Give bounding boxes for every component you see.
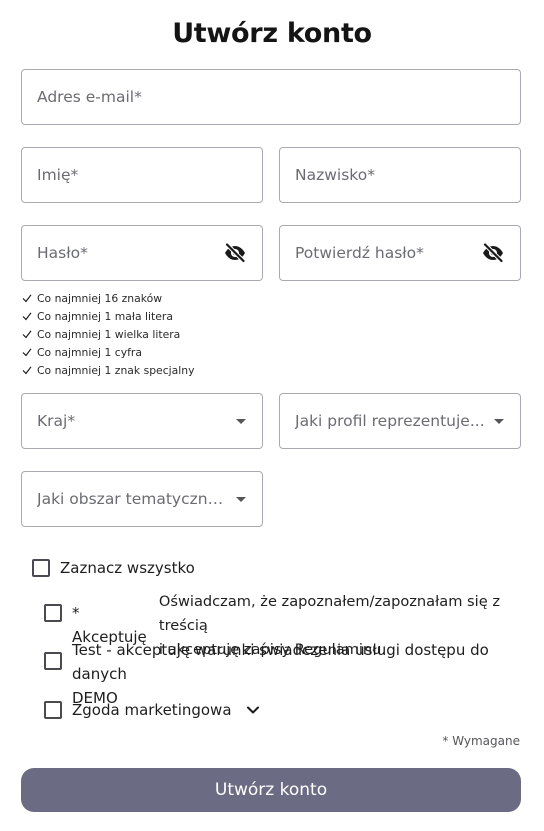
password-rules: Co najmniej 16 znaków Co najmniej 1 mała… xyxy=(22,289,195,379)
password-rule-label: Co najmniej 1 cyfra xyxy=(37,345,142,359)
required-note: * Wymagane xyxy=(442,734,520,748)
email-placeholder: Adres e-mail* xyxy=(37,88,142,106)
first-name-placeholder: Imię* xyxy=(37,166,79,184)
check-icon xyxy=(22,294,32,303)
topic-area-select[interactable]: Jaki obszar tematyczny ... xyxy=(21,471,263,527)
password-rule: Co najmniej 1 znak specjalny xyxy=(22,361,195,379)
eye-slash-icon[interactable] xyxy=(481,241,505,265)
service-line1: Test - akceptuję warunki świadczenia usł… xyxy=(72,641,489,683)
country-placeholder: Kraj* xyxy=(37,412,76,430)
password-placeholder: Hasło* xyxy=(37,244,88,262)
password-rule: Co najmniej 1 wielka litera xyxy=(22,325,195,343)
select-all-label: Zaznacz wszystko xyxy=(60,559,195,577)
page-title: Utwórz konto xyxy=(172,18,372,49)
select-all-row: Zaznacz wszystko xyxy=(32,556,195,580)
caret-down-icon xyxy=(236,418,246,424)
email-field[interactable]: Adres e-mail* xyxy=(21,69,521,125)
password-rule-label: Co najmniej 1 mała litera xyxy=(37,309,173,323)
confirm-password-field[interactable]: Potwierdź hasło* xyxy=(279,225,521,281)
profile-select[interactable]: Jaki profil reprezentuje... xyxy=(279,393,521,449)
topic-area-placeholder: Jaki obszar tematyczny ... xyxy=(37,490,228,508)
check-icon xyxy=(22,330,32,339)
password-rule-label: Co najmniej 1 wielka litera xyxy=(37,327,181,341)
password-rule: Co najmniej 1 mała litera xyxy=(22,307,195,325)
check-icon xyxy=(22,312,32,321)
password-rule-label: Co najmniej 16 znaków xyxy=(37,291,163,305)
service-checkbox[interactable] xyxy=(44,652,62,670)
eye-slash-icon[interactable] xyxy=(223,241,247,265)
profile-placeholder: Jaki profil reprezentuje... xyxy=(295,412,485,430)
chevron-down-icon[interactable] xyxy=(246,703,260,717)
caret-down-icon xyxy=(494,418,504,424)
create-account-button[interactable]: Utwórz konto xyxy=(21,768,521,812)
password-rule-label: Co najmniej 1 znak specjalny xyxy=(37,363,195,377)
password-rule: Co najmniej 16 znaków xyxy=(22,289,195,307)
first-name-field[interactable]: Imię* xyxy=(21,147,263,203)
marketing-row: Zgoda marketingowa xyxy=(44,698,260,722)
check-icon xyxy=(22,348,32,357)
marketing-checkbox[interactable] xyxy=(44,701,62,719)
terms-line1: Oświadczam, że zapoznałem/zapoznałam się… xyxy=(158,593,500,634)
last-name-placeholder: Nazwisko* xyxy=(295,166,375,184)
select-all-checkbox[interactable] xyxy=(32,559,50,577)
terms-checkbox[interactable] xyxy=(44,604,62,622)
marketing-label: Zgoda marketingowa xyxy=(72,701,232,719)
password-rule: Co najmniej 1 cyfra xyxy=(22,343,195,361)
country-select[interactable]: Kraj* xyxy=(21,393,263,449)
password-field[interactable]: Hasło* xyxy=(21,225,263,281)
last-name-field[interactable]: Nazwisko* xyxy=(279,147,521,203)
caret-down-icon xyxy=(236,496,246,502)
check-icon xyxy=(22,366,32,375)
confirm-password-placeholder: Potwierdź hasło* xyxy=(295,244,424,262)
